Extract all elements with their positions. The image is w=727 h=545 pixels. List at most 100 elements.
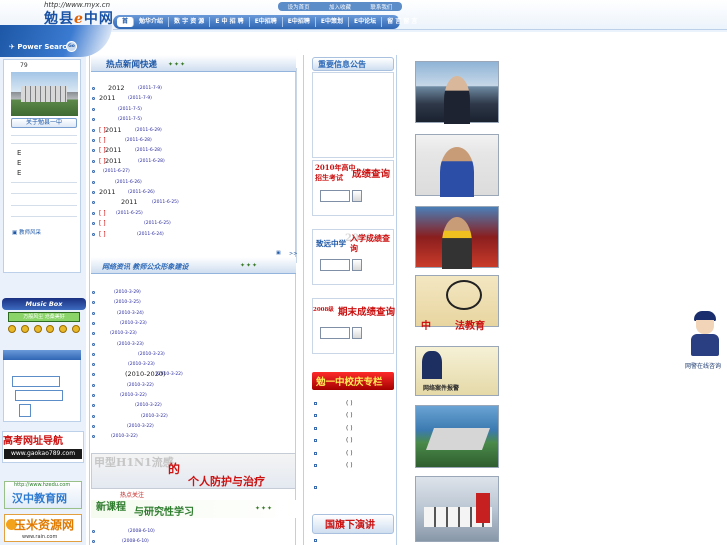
notice-box (312, 72, 394, 158)
news-title[interactable]: 2011 (105, 126, 122, 134)
nav-plan[interactable]: E中策划 (316, 17, 350, 27)
left-e-item[interactable]: E (17, 169, 21, 177)
list-bullet-icon (92, 352, 95, 356)
exam-query-2-input[interactable] (320, 259, 350, 271)
exam-query-3-button[interactable] (352, 327, 362, 339)
network-date: (2010-3-22) (135, 403, 162, 409)
news-bracket-icon: [ ] (99, 137, 106, 144)
school-photo[interactable] (11, 72, 78, 116)
exam-query-1-input[interactable] (320, 190, 350, 202)
person-figure (444, 76, 470, 124)
nav-recruit-2[interactable]: E中招聘 (250, 17, 283, 27)
power-search-text: Power Search (17, 43, 72, 51)
music-stop-button[interactable] (33, 325, 42, 333)
username-input[interactable] (12, 376, 60, 387)
hanzhong-ad-url: http://www.hzedu.com (14, 482, 71, 488)
news-date: (2011-6-26) (128, 190, 155, 195)
leader-photo-2[interactable] (415, 134, 499, 197)
music-next-button[interactable] (59, 325, 68, 333)
list-bullet-icon (314, 464, 317, 467)
leader-photo-1[interactable] (415, 61, 499, 124)
news-title[interactable]: 2011 (99, 188, 116, 196)
list-bullet-icon (92, 139, 95, 142)
computer-lab-photo[interactable] (415, 476, 499, 542)
left-e-item[interactable]: E (17, 159, 21, 167)
music-box-title: Music Box (2, 298, 86, 310)
network-date: (2010-3-24) (117, 310, 144, 316)
anniversary-item[interactable]: ( ) (346, 400, 353, 407)
network-date: (2010-3-22) (156, 372, 183, 378)
list-bullet-icon (92, 128, 95, 132)
school-building (21, 86, 67, 102)
nav-resources[interactable]: 数 字 资 源 (169, 17, 211, 27)
nav-intro[interactable]: 勉华介绍 (134, 17, 170, 27)
music-pause-button[interactable] (20, 325, 29, 333)
news-date: (2011-6-25) (152, 200, 179, 206)
news-title[interactable]: 2011 (121, 198, 138, 206)
set-homepage-link[interactable]: 设为首页 (288, 3, 310, 11)
add-favorite-link[interactable]: 加入收藏 (329, 3, 351, 11)
anniversary-item[interactable]: ( ) (346, 425, 353, 432)
hanzhong-ad-title: 汉中教育网 (12, 492, 67, 505)
music-prev-button[interactable] (46, 325, 55, 333)
notice-title: 重要信息公告 (318, 59, 366, 69)
search-go-button[interactable]: Go (66, 41, 77, 52)
news-title[interactable]: 2011 (105, 157, 122, 165)
exam-query-2-button[interactable] (352, 259, 362, 271)
login-button[interactable] (19, 404, 31, 417)
teacher-style-text: 教师风采 (18, 230, 41, 236)
news-date: (2011-6-25) (116, 210, 143, 216)
news-title[interactable]: 2011 (105, 146, 122, 154)
list-bullet-icon (92, 311, 95, 315)
contact-us-link[interactable]: 联系我们 (370, 3, 392, 11)
news-more-icon[interactable]: ▣ (276, 250, 281, 256)
about-school-button[interactable]: 关于勉县一中 (11, 118, 77, 128)
teacher-style-link[interactable]: ▣ 教师风采 (12, 228, 41, 236)
exam-query-3-input[interactable] (320, 327, 350, 339)
anniversary-item[interactable]: ( ) (346, 450, 353, 457)
list-bullet-icon (314, 402, 317, 405)
anniversary-item[interactable]: ( ) (346, 412, 353, 419)
nav-home[interactable]: 首 (117, 17, 135, 27)
online-police-label[interactable]: 网警在线咨询 (685, 361, 721, 370)
news-title[interactable]: 2011 (99, 94, 116, 102)
music-box-subtitle: 万般风尘 沧桑美好 (8, 312, 80, 322)
music-volume-button[interactable] (71, 325, 80, 333)
list-bullet-icon (92, 159, 95, 163)
news-title[interactable]: 2012 (108, 84, 125, 92)
campus-aerial-photo[interactable] (415, 405, 499, 468)
network-deco-icon: ✦✦✦ (240, 262, 259, 269)
network-date: (2010-3-22) (127, 423, 154, 429)
music-play-button[interactable] (8, 325, 16, 333)
exam-query-3-grade: 2008级 (313, 307, 334, 313)
left-divider (11, 193, 77, 194)
news-scrollbar[interactable] (296, 68, 297, 263)
network-date: (2010-3-23) (110, 331, 137, 337)
leader-photo-3[interactable] (415, 206, 499, 269)
nav-guestbook[interactable]: 留 言 留 言 (382, 17, 422, 27)
list-bullet-icon (314, 451, 317, 455)
nav-recruit-1[interactable]: E 中 招 聘 (210, 17, 250, 27)
cyber-police-text: 网络案件报警 (423, 385, 460, 392)
online-police-icon[interactable] (686, 309, 724, 359)
nav-recruit-3[interactable]: E中招聘 (283, 17, 316, 27)
left-divider (11, 135, 77, 136)
left-e-item[interactable]: E (17, 149, 21, 157)
exam-query-1-button[interactable] (352, 190, 362, 202)
power-search-label: ✈ Power Search (9, 43, 72, 51)
news-bracket-icon: [ ] (99, 209, 106, 217)
news-date: (2011-6-28) (125, 138, 152, 143)
network-date: (2010-3-22) (111, 434, 138, 440)
list-bullet-icon (314, 539, 317, 542)
password-input[interactable] (15, 390, 63, 401)
law-education-text-b: 法教育 (455, 321, 485, 332)
list-bullet-icon (92, 383, 95, 387)
anniversary-item[interactable]: ( ) (346, 462, 353, 469)
nav-forum[interactable]: E中论坛 (349, 17, 383, 27)
list-bullet-icon (92, 540, 95, 543)
main-nav: 首 勉华介绍 数 字 资 源 E 中 招 聘 E中招聘 E中招聘 E中策划 E中… (113, 15, 417, 29)
network-date: (2010-3-22) (141, 413, 168, 419)
curriculum-date: (2008-6-10) (128, 529, 155, 534)
list-bullet-icon (314, 486, 317, 489)
anniversary-item[interactable]: ( ) (346, 437, 353, 444)
